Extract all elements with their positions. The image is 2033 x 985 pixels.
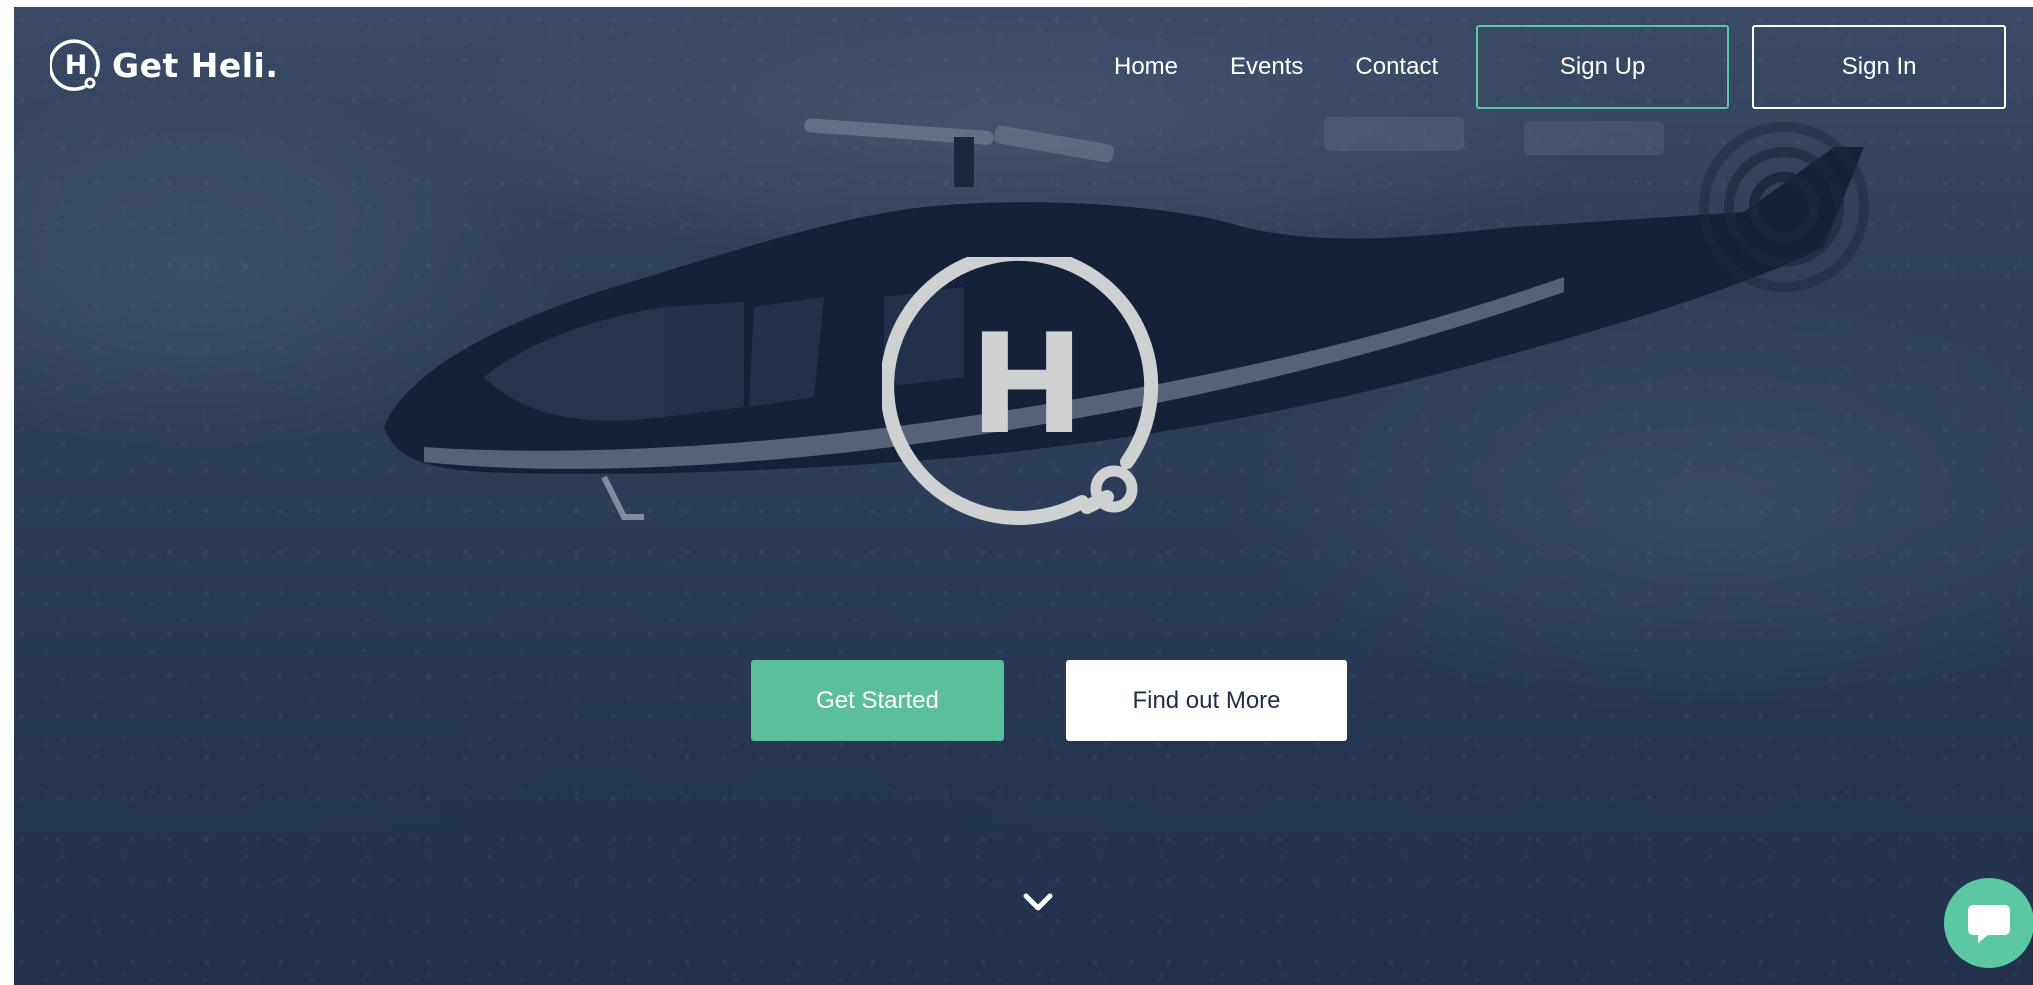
get-started-button[interactable]: Get Started [751,660,1004,741]
chevron-down-icon[interactable] [1018,887,1058,917]
nav-home-link[interactable]: Home [1114,53,1178,81]
sign-up-button[interactable]: Sign Up [1476,25,1730,109]
hero-section: H H Get Heli. Home Events Contact Sign U… [14,7,2033,985]
nav-contact-link[interactable]: Contact [1355,53,1438,81]
main-nav: Home Events Contact Sign Up Sign In [1114,7,2007,127]
heli-h-pin-icon: H [50,39,100,91]
chat-widget-button[interactable] [1944,878,2033,968]
center-logo-letter: H [969,304,1085,465]
find-out-more-button[interactable]: Find out More [1066,660,1347,741]
brand-name: Get Heli. [112,45,279,85]
svg-text:H: H [65,50,88,81]
brand[interactable]: H Get Heli. [50,35,278,95]
site-header: H Get Heli. Home Events Contact Sign Up … [14,7,2033,117]
sign-in-button[interactable]: Sign In [1752,25,2007,109]
heli-h-pin-icon: H [882,257,1159,525]
chat-bubble-icon [1968,905,2010,943]
nav-events-link[interactable]: Events [1230,53,1303,81]
